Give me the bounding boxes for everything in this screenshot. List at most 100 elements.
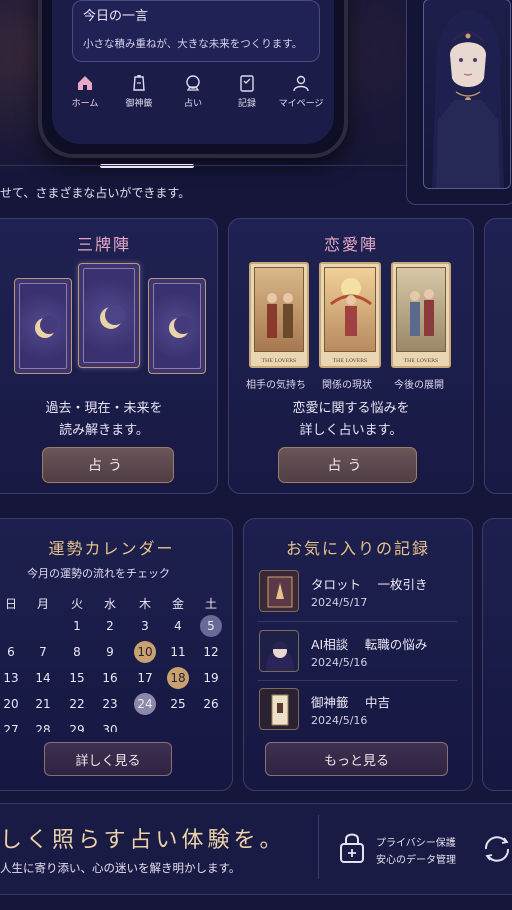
spread-desc-love-line2: 詳しく占います。 xyxy=(299,423,403,438)
card-caption-future: THE LOVERS xyxy=(403,358,439,364)
tab-home[interactable]: ホーム xyxy=(60,73,110,109)
spread-desc-three-line2: 読み解きます。 xyxy=(59,423,149,438)
calendar-day[interactable]: 10 xyxy=(134,641,156,663)
record-icon xyxy=(240,75,254,92)
daily-quote-title: 今日の一言 xyxy=(83,9,149,24)
calendar-day[interactable]: 29 xyxy=(65,720,89,732)
favorite-item[interactable]: 御神籤 中吉 2024/5/16 xyxy=(259,688,459,738)
calendar-day[interactable]: 19 xyxy=(199,668,223,688)
tab-record[interactable]: 記録 xyxy=(222,73,272,109)
calendar-day[interactable]: 8 xyxy=(65,642,89,662)
spread-desc-three: 過去・現在・未来を 読み解きます。 xyxy=(0,398,218,442)
calendar-details-button[interactable]: 詳しく見る xyxy=(44,742,172,776)
tarot-card-back-present[interactable] xyxy=(78,263,140,368)
phone-screen: 今日の一言 小さな積み重ねが、大きな未来をつくります。 ホーム 御神籤 占い 記… xyxy=(52,0,334,144)
tarot-card-face-partner[interactable]: THE LOVERS xyxy=(249,262,309,368)
footer-subline: 人生に寄り添い、心の迷いを解き明かします。 xyxy=(0,861,241,875)
privacy-line1: プライバシー保護 xyxy=(376,838,456,849)
card-caption-relationship: THE LOVERS xyxy=(332,358,368,364)
intro-text: せて、さまざまな占いができます。 xyxy=(0,186,191,200)
tab-fortune-label: 占い xyxy=(183,99,202,109)
calendar-day[interactable]: 27 xyxy=(0,720,23,732)
fortune-teller-portrait-frame xyxy=(406,0,512,205)
calendar-weekday: 日 xyxy=(4,597,17,611)
tarot-card-face-future[interactable]: THE LOVERS xyxy=(391,262,451,368)
calendar-weekday: 金 xyxy=(171,597,184,611)
calendar-day[interactable]: 5 xyxy=(200,615,222,637)
favorite-item[interactable]: AI相談 転職の悩み 2024/5/16 xyxy=(259,630,459,680)
calendar-day[interactable]: 28 xyxy=(31,720,55,732)
crescent-moon-icon xyxy=(169,316,192,338)
calendar-day[interactable]: 16 xyxy=(98,668,122,688)
tab-record-label: 記録 xyxy=(237,99,256,109)
privacy-text: プライバシー保護 安心のデータ管理 xyxy=(376,835,456,869)
next-panel xyxy=(482,518,512,791)
calendar-day[interactable]: 1 xyxy=(65,616,89,636)
favorite-divider xyxy=(257,680,457,681)
privacy-line2: 安心のデータ管理 xyxy=(376,855,456,866)
spread-desc-love: 恋愛に関する悩みを 詳しく占います。 xyxy=(228,398,474,442)
fortune-teller-illustration xyxy=(432,10,504,188)
card-label-partner: 相手の気持ち xyxy=(246,380,306,391)
lock-icon xyxy=(340,833,364,863)
calendar-day[interactable]: 7 xyxy=(31,642,55,662)
spread-title-love: 恋愛陣 xyxy=(323,235,378,254)
calendar-day[interactable]: 24 xyxy=(134,693,156,715)
spread-card-next[interactable] xyxy=(484,218,512,494)
phone-mockup: 今日の一言 小さな積み重ねが、大きな未来をつくります。 ホーム 御神籤 占い 記… xyxy=(38,0,348,158)
calendar-weekday: 月 xyxy=(36,597,49,611)
calendar-day[interactable]: 14 xyxy=(31,668,55,688)
crescent-moon-icon xyxy=(100,305,125,329)
favorite-item[interactable]: タロット 一枚引き 2024/5/17 xyxy=(259,570,459,620)
calendar-day[interactable]: 3 xyxy=(133,616,157,636)
person-icon xyxy=(293,75,309,92)
tab-mypage[interactable]: マイページ xyxy=(276,73,326,109)
calendar-day[interactable]: 20 xyxy=(0,694,23,714)
spread-desc-three-line1: 過去・現在・未来を xyxy=(45,401,163,416)
calendar-day[interactable]: 11 xyxy=(166,642,190,662)
calendar-weekday: 火 xyxy=(70,597,83,611)
calendar-day[interactable]: 23 xyxy=(98,694,122,714)
fortune-button-three[interactable]: 占う xyxy=(42,447,174,483)
calendar-day[interactable]: 25 xyxy=(166,694,190,714)
favorite-divider xyxy=(257,621,457,622)
fortune-button-love[interactable]: 占う xyxy=(278,447,417,483)
calendar-day[interactable]: 30 xyxy=(98,720,122,732)
lovers-card-art xyxy=(330,278,372,336)
tab-omikuji-label: 御神籤 xyxy=(125,99,153,109)
lovers-card-art xyxy=(410,289,434,336)
card-label-relationship: 関係の現状 xyxy=(322,380,372,391)
calendar-day[interactable]: 22 xyxy=(65,694,89,714)
favorites-more-button[interactable]: もっと見る xyxy=(265,742,448,776)
favorite-title: AI相談 転職の悩み xyxy=(311,637,428,652)
favorite-date: 2024/5/16 xyxy=(311,656,368,669)
omikuji-thumb-icon xyxy=(259,688,299,730)
tarot-card-back-past[interactable] xyxy=(14,278,72,374)
favorite-title: タロット 一枚引き xyxy=(311,577,428,592)
tarot-card-back-future[interactable] xyxy=(148,278,206,374)
tarot-card-face-relationship[interactable]: THE LOVERS xyxy=(319,262,381,368)
calendar-day[interactable]: 13 xyxy=(0,668,23,688)
calendar-day[interactable]: 15 xyxy=(65,668,89,688)
footer-headline: しく照らす占い体験を。 xyxy=(0,828,286,853)
favorite-date: 2024/5/16 xyxy=(311,714,368,727)
calendar-day[interactable]: 21 xyxy=(31,694,55,714)
lovers-card-art xyxy=(267,293,293,338)
calendar-weekday: 木 xyxy=(138,597,151,611)
tab-omikuji[interactable]: 御神籤 xyxy=(114,73,164,109)
tab-fortune[interactable]: 占い xyxy=(168,73,218,109)
calendar-day[interactable]: 17 xyxy=(133,668,157,688)
calendar-day[interactable]: 26 xyxy=(199,694,223,714)
favorite-title: 御神籤 中吉 xyxy=(311,695,391,710)
calendar-day[interactable]: 12 xyxy=(199,642,223,662)
calendar-day[interactable]: 18 xyxy=(167,667,189,689)
spread-title-three: 三牌陣 xyxy=(76,235,131,254)
daily-quote-text: 小さな積み重ねが、大きな未来をつくります。 xyxy=(83,38,303,50)
calendar-day[interactable]: 9 xyxy=(98,642,122,662)
crystal-ball-icon xyxy=(186,75,200,91)
calendar-weekday: 水 xyxy=(103,597,116,611)
calendar-day[interactable]: 2 xyxy=(98,616,122,636)
calendar-subtitle: 今月の運勢の流れをチェック xyxy=(27,567,170,580)
calendar-day[interactable]: 6 xyxy=(0,642,23,662)
calendar-day[interactable]: 4 xyxy=(166,616,190,636)
